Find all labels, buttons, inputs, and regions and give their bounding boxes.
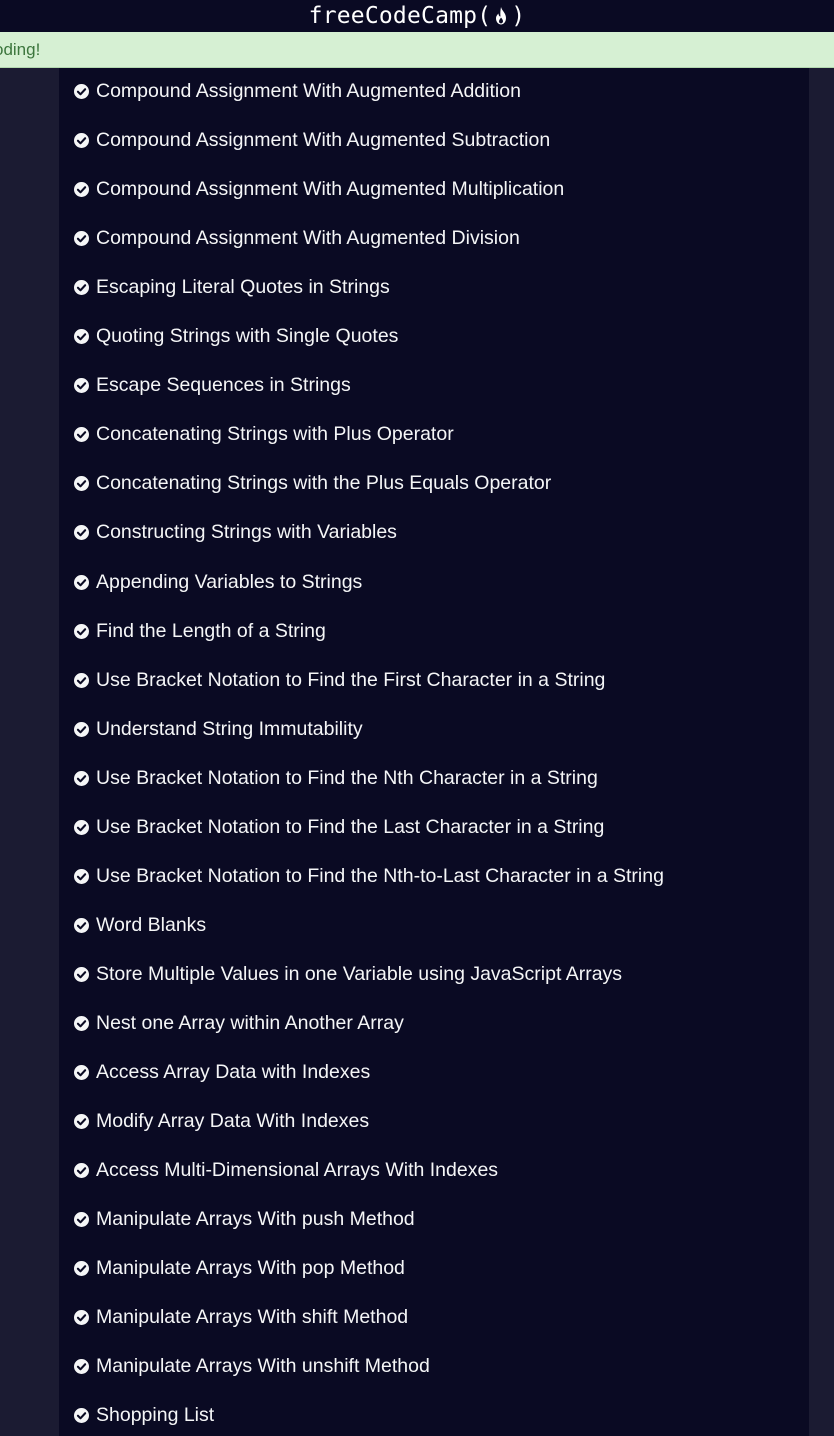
- check-circle-icon: [74, 1261, 89, 1277]
- lesson-title: Access Multi-Dimensional Arrays With Ind…: [96, 1159, 499, 1182]
- check-circle-icon: [74, 231, 89, 247]
- check-circle-icon: [74, 868, 89, 884]
- lesson-title: Use Bracket Notation to Find the Nth-to-…: [96, 864, 664, 887]
- lesson-item[interactable]: Escaping Literal Quotes in Strings: [74, 273, 390, 303]
- check-circle-icon: [74, 1408, 89, 1424]
- check-circle-icon: [74, 917, 89, 933]
- lesson-item[interactable]: Concatenating Strings with Plus Operator: [74, 420, 454, 450]
- check-circle-icon: [74, 721, 89, 737]
- check-circle-icon: [74, 770, 89, 786]
- lesson-title: Escaping Literal Quotes in Strings: [96, 276, 390, 299]
- brand-close-paren: ): [511, 3, 526, 29]
- lesson-title: Escape Sequences in Strings: [96, 374, 351, 397]
- lesson-item[interactable]: Access Array Data with Indexes: [74, 1058, 370, 1088]
- check-circle-icon: [74, 378, 89, 394]
- banner-text: oding!: [0, 39, 41, 59]
- top-navbar: freeCodeCamp ( ): [0, 0, 834, 32]
- lesson-title: Store Multiple Values in one Variable us…: [96, 962, 623, 985]
- check-circle-icon: [74, 525, 89, 541]
- lesson-item[interactable]: Shopping List: [74, 1401, 214, 1431]
- lesson-item[interactable]: Compound Assignment With Augmented Multi…: [74, 175, 564, 205]
- lesson-item[interactable]: Compound Assignment With Augmented Subtr…: [74, 126, 550, 156]
- lesson-item[interactable]: Access Multi-Dimensional Arrays With Ind…: [74, 1156, 498, 1186]
- check-circle-icon: [74, 476, 89, 492]
- check-circle-icon: [74, 1114, 89, 1130]
- lesson-item[interactable]: Manipulate Arrays With pop Method: [74, 1254, 405, 1284]
- check-circle-icon: [74, 329, 89, 345]
- check-circle-icon: [74, 427, 89, 443]
- lesson-item[interactable]: Use Bracket Notation to Find the First C…: [74, 665, 605, 695]
- lesson-item[interactable]: Word Blanks: [74, 910, 206, 940]
- lesson-item[interactable]: Store Multiple Values in one Variable us…: [74, 959, 622, 989]
- lesson-title: Manipulate Arrays With push Method: [96, 1208, 415, 1231]
- check-circle-icon: [74, 1163, 89, 1179]
- lesson-title: Appending Variables to Strings: [96, 570, 363, 593]
- lesson-title: Word Blanks: [96, 913, 207, 936]
- lesson-item[interactable]: Understand String Immutability: [74, 714, 363, 744]
- lesson-title: Manipulate Arrays With pop Method: [96, 1257, 405, 1280]
- lesson-title: Compound Assignment With Augmented Divis…: [96, 227, 520, 250]
- lesson-title: Manipulate Arrays With shift Method: [96, 1306, 409, 1329]
- check-circle-icon: [74, 819, 89, 835]
- lesson-item[interactable]: Nest one Array within Another Array: [74, 1008, 404, 1038]
- check-circle-icon: [74, 1065, 89, 1080]
- check-circle-icon: [74, 574, 89, 590]
- brand-name: freeCodeCamp: [308, 3, 478, 29]
- lesson-title: Nest one Array within Another Array: [96, 1011, 404, 1034]
- freecodecamp-logo[interactable]: freeCodeCamp ( ): [309, 3, 526, 29]
- lesson-item[interactable]: Compound Assignment With Augmented Divis…: [74, 224, 520, 254]
- lesson-title: Constructing Strings with Variables: [96, 521, 397, 544]
- lesson-title: Use Bracket Notation to Find the Nth Cha…: [96, 766, 598, 789]
- check-circle-icon: [74, 1310, 89, 1326]
- lesson-title: Quoting Strings with Single Quotes: [96, 325, 399, 348]
- check-circle-icon: [74, 133, 89, 149]
- lesson-title: Compound Assignment With Augmented Multi…: [96, 178, 565, 201]
- lesson-item[interactable]: Find the Length of a String: [74, 616, 326, 646]
- check-circle-icon: [74, 182, 89, 198]
- lesson-item[interactable]: Manipulate Arrays With shift Method: [74, 1303, 408, 1333]
- lesson-item[interactable]: Manipulate Arrays With push Method: [74, 1205, 415, 1235]
- lesson-item[interactable]: Quoting Strings with Single Quotes: [74, 322, 398, 352]
- brand-open-paren: (: [477, 3, 492, 29]
- lesson-title: Compound Assignment With Augmented Subtr…: [96, 129, 551, 152]
- check-circle-icon: [74, 1015, 89, 1031]
- flame-icon: [496, 7, 507, 25]
- lesson-item[interactable]: Escape Sequences in Strings: [74, 371, 351, 401]
- lesson-title: Use Bracket Notation to Find the First C…: [96, 668, 606, 691]
- lesson-title: Concatenating Strings with Plus Operator: [96, 423, 454, 446]
- lesson-item[interactable]: Constructing Strings with Variables: [74, 518, 397, 548]
- check-circle-icon: [74, 84, 89, 99]
- lesson-item[interactable]: Manipulate Arrays With unshift Method: [74, 1352, 430, 1382]
- lesson-title: Understand String Immutability: [96, 717, 363, 740]
- lesson-title: Concatenating Strings with the Plus Equa…: [96, 472, 552, 495]
- lesson-title: Modify Array Data With Indexes: [96, 1110, 370, 1133]
- check-circle-icon: [74, 672, 89, 688]
- lesson-item[interactable]: Use Bracket Notation to Find the Last Ch…: [74, 812, 604, 842]
- lesson-item[interactable]: Use Bracket Notation to Find the Nth Cha…: [74, 763, 598, 793]
- check-circle-icon: [74, 280, 89, 296]
- lesson-item[interactable]: Compound Assignment With Augmented Addit…: [74, 77, 521, 107]
- lesson-item[interactable]: Appending Variables to Strings: [74, 567, 362, 597]
- success-banner: oding!: [0, 32, 834, 68]
- lesson-item[interactable]: Modify Array Data With Indexes: [74, 1107, 369, 1137]
- check-circle-icon: [74, 1212, 89, 1228]
- check-circle-icon: [74, 1359, 89, 1375]
- check-circle-icon: [74, 623, 89, 639]
- check-circle-icon: [74, 966, 89, 982]
- lesson-item[interactable]: Use Bracket Notation to Find the Nth-to-…: [74, 861, 664, 891]
- lesson-title: Shopping List: [96, 1404, 215, 1427]
- lesson-title: Manipulate Arrays With unshift Method: [96, 1355, 430, 1378]
- lesson-item[interactable]: Concatenating Strings with the Plus Equa…: [74, 469, 551, 499]
- lesson-title: Find the Length of a String: [96, 619, 326, 642]
- lesson-panel: Compound Assignment With Augmented Addit…: [59, 68, 809, 1436]
- lesson-title: Compound Assignment With Augmented Addit…: [96, 80, 521, 102]
- lesson-title: Use Bracket Notation to Find the Last Ch…: [96, 815, 605, 838]
- lesson-title: Access Array Data with Indexes: [96, 1061, 371, 1083]
